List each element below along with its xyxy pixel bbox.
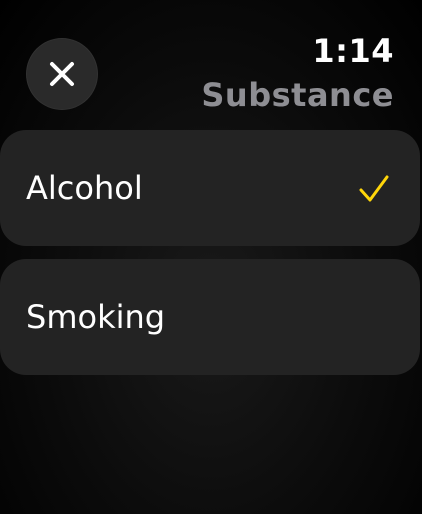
page-title: Substance <box>201 76 394 114</box>
checkmark-icon <box>359 175 389 202</box>
option-label: Smoking <box>26 298 166 336</box>
option-smoking[interactable]: Smoking <box>0 259 420 375</box>
status-time: 1:14 <box>312 32 394 70</box>
watch-screen: 1:14 Substance Alcohol Smoking <box>0 0 422 514</box>
option-alcohol[interactable]: Alcohol <box>0 130 420 246</box>
option-label: Alcohol <box>26 169 143 207</box>
close-icon <box>50 62 74 86</box>
close-button[interactable] <box>26 38 98 110</box>
